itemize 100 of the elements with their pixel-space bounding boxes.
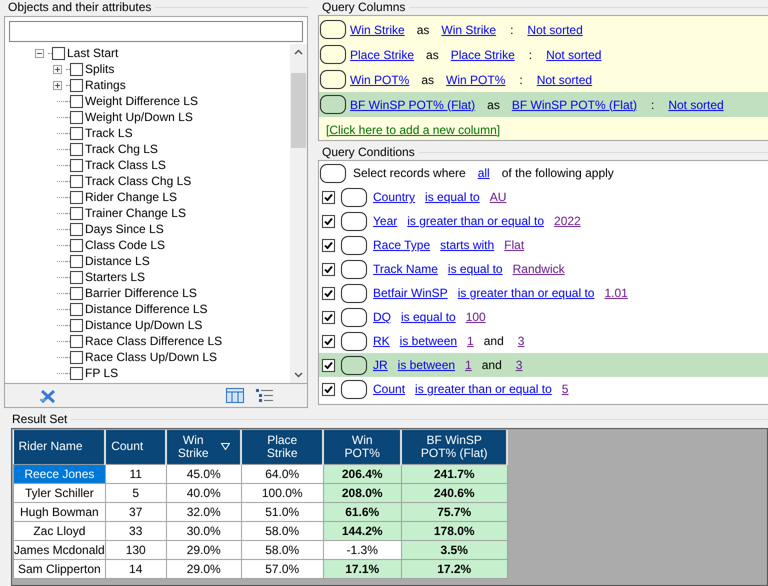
checkbox[interactable] <box>322 262 335 276</box>
operator-link[interactable]: is greater than or equal to <box>458 284 594 302</box>
checkbox[interactable] <box>322 286 335 300</box>
tree-item[interactable]: Weight Difference LS <box>85 92 198 110</box>
operator-link[interactable]: is between <box>400 332 458 350</box>
checkbox[interactable] <box>70 62 83 76</box>
drag-handle[interactable] <box>320 20 346 39</box>
tree-item[interactable]: Distance LS <box>85 252 150 270</box>
checkbox[interactable] <box>70 302 83 316</box>
drag-handle[interactable] <box>320 70 346 89</box>
value-link[interactable]: 5 <box>562 380 568 398</box>
tree-item[interactable]: Distance Difference LS <box>85 300 208 318</box>
query-column-row[interactable]: Win Strike as Win Strike : Not sorted <box>319 17 768 42</box>
field-link[interactable]: JR <box>373 356 388 374</box>
operator-link[interactable]: starts with <box>440 236 494 254</box>
checkbox[interactable] <box>70 142 83 156</box>
checkbox[interactable] <box>322 358 335 372</box>
condition-row[interactable]: RK is between 1 and 3 <box>319 329 768 353</box>
field-link[interactable]: Race Type <box>373 236 430 254</box>
operator-link[interactable]: is between <box>398 356 456 374</box>
tree-item[interactable]: Race Class Difference LS <box>85 332 222 350</box>
field-link[interactable]: RK <box>373 332 390 350</box>
field-link[interactable]: Count <box>373 380 406 398</box>
value-link[interactable]: 1.01 <box>604 284 628 302</box>
scroll-thumb[interactable] <box>291 73 306 148</box>
condition-row[interactable]: Track Name is equal to Randwick <box>319 257 768 281</box>
field-link[interactable]: DQ <box>373 308 391 326</box>
query-column-row[interactable]: BF WinSP POT% (Flat) as BF WinSP POT% (Flat) : Not sorted <box>319 92 768 117</box>
checkbox[interactable] <box>70 190 83 204</box>
checkbox[interactable] <box>70 110 83 124</box>
drag-handle[interactable] <box>341 188 367 206</box>
value-link[interactable]: 1 <box>465 356 472 374</box>
operator-link[interactable]: is equal to <box>401 308 456 326</box>
checkbox[interactable] <box>70 254 83 268</box>
checkbox[interactable] <box>322 334 335 348</box>
checkbox[interactable] <box>322 238 335 252</box>
drag-handle[interactable] <box>341 356 367 374</box>
tree-item[interactable]: Splits <box>85 60 114 78</box>
value-link[interactable]: 3 <box>516 356 522 374</box>
tree-item[interactable]: Weight Up/Down LS <box>85 108 193 126</box>
expand-icon[interactable] <box>53 80 62 90</box>
tree-item[interactable]: Ratings <box>85 76 126 94</box>
drag-handle[interactable] <box>341 284 367 302</box>
value-link[interactable]: Randwick <box>512 260 565 278</box>
value-link[interactable]: 100 <box>466 308 486 326</box>
tree-item[interactable]: Trainer Change LS <box>85 204 186 222</box>
drag-handle[interactable] <box>341 380 367 398</box>
condition-row[interactable]: Betfair WinSP is greater than or equal to 1.01 <box>319 281 768 305</box>
condition-row[interactable]: JR is between 1 and 3 <box>319 353 768 377</box>
collapse-icon[interactable] <box>35 48 44 58</box>
field-link[interactable]: Track Name <box>373 260 438 278</box>
drag-handle[interactable] <box>320 164 346 182</box>
tree-item[interactable]: Track LS <box>85 124 133 142</box>
tree-item[interactable]: FP LS <box>85 364 118 382</box>
checkbox[interactable] <box>70 94 83 108</box>
condition-row[interactable]: Count is greater than or equal to 5 <box>319 377 768 401</box>
checkbox[interactable] <box>70 126 83 140</box>
drag-handle[interactable] <box>341 308 367 326</box>
checkbox[interactable] <box>70 286 83 300</box>
search-field[interactable] <box>9 21 303 42</box>
tree-item[interactable]: Distance Up/Down LS <box>85 316 202 334</box>
value-link[interactable]: 3 <box>518 332 524 350</box>
drag-handle[interactable] <box>320 95 346 114</box>
field-link[interactable]: Betfair WinSP <box>373 284 448 302</box>
tree-item[interactable]: Last Start <box>67 44 118 62</box>
operator-link[interactable]: is greater than or equal to <box>415 380 552 398</box>
scrollbar[interactable] <box>290 44 307 383</box>
value-link[interactable]: 1 <box>467 332 474 350</box>
tree-item[interactable]: Barrier Difference LS <box>85 284 197 302</box>
drag-handle[interactable] <box>341 236 367 254</box>
checkbox[interactable] <box>322 382 335 396</box>
value-link[interactable]: Flat <box>504 236 524 254</box>
tree-item[interactable]: Days Since LS <box>85 220 164 238</box>
field-link[interactable]: Year <box>373 212 398 230</box>
checkbox[interactable] <box>70 158 83 172</box>
condition-row[interactable]: DQ is equal to 100 <box>319 305 768 329</box>
checkbox[interactable] <box>52 46 65 60</box>
drag-handle[interactable] <box>341 212 367 230</box>
condition-row[interactable]: Country is equal to AU <box>319 185 768 209</box>
match-mode-link[interactable]: all <box>478 164 490 182</box>
checkbox[interactable] <box>322 190 335 204</box>
checkbox[interactable] <box>70 318 83 332</box>
checkbox[interactable] <box>70 174 83 188</box>
operator-link[interactable]: is equal to <box>425 188 480 206</box>
checkbox[interactable] <box>70 334 83 348</box>
grid-view-icon[interactable] <box>226 388 244 403</box>
drag-handle[interactable] <box>341 260 367 278</box>
checkbox[interactable] <box>70 222 83 236</box>
field-link[interactable]: Country <box>373 188 416 206</box>
query-column-row[interactable]: Place Strike as Place Strike : Not sorted <box>319 42 768 67</box>
tree-item[interactable]: Track Class Chg LS <box>85 172 192 190</box>
checkbox[interactable] <box>70 366 83 380</box>
scroll-up-icon[interactable] <box>294 49 303 55</box>
checkbox[interactable] <box>70 78 83 92</box>
add-column-link[interactable]: [Click here to add a new column] <box>326 120 500 138</box>
checkbox[interactable] <box>322 214 335 228</box>
scroll-down-icon[interactable] <box>294 372 303 378</box>
tree-item[interactable]: Class Code LS <box>85 236 166 254</box>
checkbox[interactable] <box>70 270 83 284</box>
operator-link[interactable]: is equal to <box>448 260 503 278</box>
